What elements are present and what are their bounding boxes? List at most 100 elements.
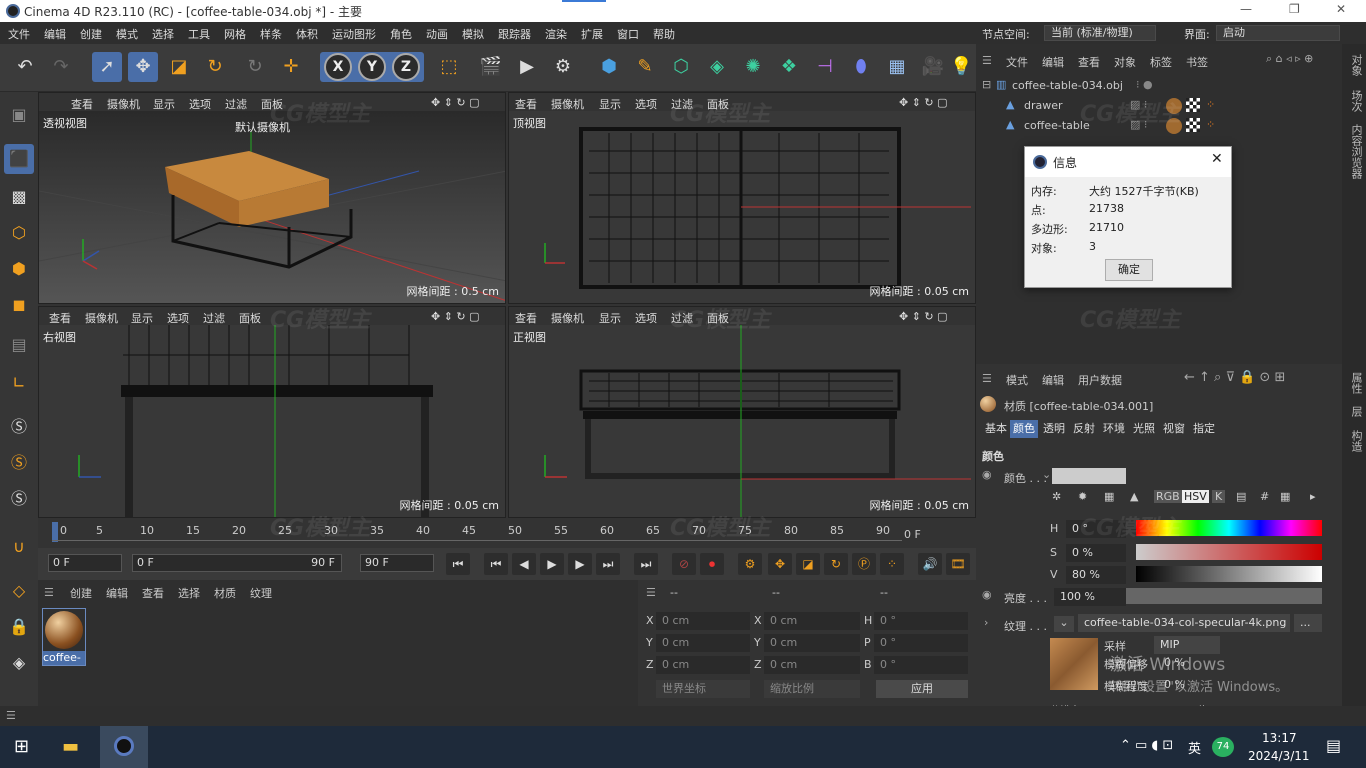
mat-menu-create[interactable]: 创建 [70,585,92,601]
key-scale-icon[interactable]: ◪ [796,553,820,575]
obj-menu-view[interactable]: 查看 [1078,54,1100,70]
vp-menu-view[interactable]: 查看 [515,310,537,326]
visibility-dots-icon[interactable]: ⁝ ● [1136,78,1153,91]
vp-menu-options[interactable]: 选项 [635,96,657,112]
recent-tool-icon[interactable]: ↻ [240,52,270,82]
menu-create[interactable]: 创建 [80,26,102,42]
floor-icon[interactable]: ▦ [882,52,912,82]
nav-arrows-icon[interactable]: ← ↑ ⌕ ⊽ 🔒 ⊙ ⊞ [1184,370,1285,385]
tab-viewport[interactable]: 视窗 [1160,420,1188,438]
cinema4d-taskbar-button[interactable] [100,726,148,768]
menu-animate[interactable]: 动画 [426,26,448,42]
vp-menu-options[interactable]: 选项 [635,310,657,326]
keyframe-selection-icon[interactable]: ⚙ [738,553,762,575]
obj-menu-object[interactable]: 对象 [1114,54,1136,70]
value-slider[interactable] [1136,566,1322,582]
notification-badge[interactable]: 74 [1212,737,1234,757]
vp-menu-display[interactable]: 显示 [131,310,153,326]
tab-structure[interactable]: 构造 [1348,430,1364,452]
wheel-icon[interactable]: ✹ [1078,490,1087,503]
texture-file-button[interactable]: coffee-table-034-col-specular-4k.png [1078,614,1290,632]
menu-mode[interactable]: 模式 [116,26,138,42]
vp-menu-options[interactable]: 选项 [167,310,189,326]
vp-menu-camera[interactable]: 摄像机 [551,310,584,326]
nodespace-dropdown[interactable]: 当前 (标准/物理) [1044,25,1156,41]
menu-mograph[interactable]: 运动图形 [332,26,376,42]
mat-menu-select[interactable]: 选择 [178,585,200,601]
mode-rgb[interactable]: RGB [1154,490,1182,503]
menu-hamburger-icon[interactable]: ☰ [6,709,16,722]
texture-browse-button[interactable]: ... [1294,614,1322,632]
lock-workplane-icon[interactable]: 🔒 [4,612,34,642]
menu-simulate[interactable]: 模拟 [462,26,484,42]
brightness-field[interactable]: 100 % [1054,588,1126,606]
clock-date[interactable]: 2024/3/11 [1248,749,1310,763]
snap-move-icon[interactable]: ✛ [276,52,306,82]
vp-menu-display[interactable]: 显示 [153,96,175,112]
menu-help[interactable]: 帮助 [653,26,675,42]
tab-attributes[interactable]: 属性 [1348,372,1364,394]
pos-z-field[interactable]: 0 cm [656,656,750,674]
tab-transparency[interactable]: 透明 [1040,420,1068,438]
sound-icon[interactable]: 🔊 [918,553,942,575]
mode-hsv[interactable]: HSV [1182,490,1209,503]
key-param-icon[interactable]: Ⓟ [852,553,876,575]
tab-assign[interactable]: 指定 [1190,420,1218,438]
menu-hamburger-icon[interactable]: ☰ [982,54,992,67]
move-icon[interactable]: ✥ [128,52,158,82]
workplane-icon[interactable]: ◇ [4,576,34,606]
attr-menu-userdata[interactable]: 用户数据 [1078,372,1122,388]
key-rotation-icon[interactable]: ↻ [824,553,848,575]
end-frame-field[interactable]: 90 F [360,554,434,572]
animate-dot-icon[interactable]: ◉ [982,588,992,601]
file-explorer-icon[interactable]: ▬ [62,736,79,757]
field-icon[interactable]: ⬮ [846,52,876,82]
grid-snap-icon[interactable]: ◈ [4,648,34,678]
mat-menu-texture[interactable]: 纹理 [250,585,272,601]
go-to-start-icon[interactable]: ⏮ [446,553,470,575]
viewport-front[interactable]: 查看 摄像机 显示 选项 过滤 面板 ✥ ⇕ ↻ ▢ 正视图 网格间距 : 0.… [508,306,976,518]
next-frame-icon[interactable]: ▶ [568,553,592,575]
menu-character[interactable]: 角色 [390,26,412,42]
obj-menu-bookmarks[interactable]: 书签 [1186,54,1208,70]
scale-icon[interactable]: ◪ [164,52,194,82]
windows-start-icon[interactable]: ⊞ [14,736,29,757]
menu-file[interactable]: 文件 [8,26,30,42]
redo-icon[interactable]: ↷ [46,52,76,82]
viewport-nav-icons[interactable]: ✥ ⇕ ↻ ▢ [431,310,480,323]
make-editable-icon[interactable]: ▣ [4,100,34,130]
menu-window[interactable]: 窗口 [617,26,639,42]
camera-icon[interactable]: 🎥 [918,52,948,82]
mixer-icon[interactable]: ▤ [1236,490,1246,503]
tray-icons[interactable]: ⌃ ▭ ◖ ⊡ [1120,738,1173,753]
tab-objects[interactable]: 对象 [1348,54,1364,76]
tab-color[interactable]: 颜色 [1010,420,1038,438]
start-frame-field[interactable]: 0 F [48,554,122,572]
menu-select[interactable]: 选择 [152,26,174,42]
texture-mode-icon[interactable]: ▩ [4,182,34,212]
solo-icon[interactable]: Ⓢ [4,412,34,442]
obj-menu-file[interactable]: 文件 [1006,54,1028,70]
light-icon[interactable]: 💡 [950,52,972,82]
pen-icon[interactable]: ✎ [630,52,660,82]
vp-menu-filter[interactable]: 过滤 [225,96,247,112]
apply-button[interactable]: 应用 [876,680,968,698]
vp-menu-camera[interactable]: 摄像机 [107,96,140,112]
pos-y-field[interactable]: 0 cm [656,634,750,652]
rotate-icon[interactable]: ↻ [200,52,230,82]
solo-hierarchy-icon[interactable]: Ⓢ [4,448,34,478]
menu-hamburger-icon[interactable]: ☰ [646,586,656,599]
saturation-slider[interactable] [1136,544,1322,560]
extrude-icon[interactable]: ◈ [702,52,732,82]
vp-menu-camera[interactable]: 摄像机 [551,96,584,112]
menu-hamburger-icon[interactable]: ☰ [44,586,54,599]
texture-menu-icon[interactable]: ⌄ [1054,616,1074,632]
mat-menu-view[interactable]: 查看 [142,585,164,601]
fracture-icon[interactable]: ❖ [774,52,804,82]
image-icon[interactable]: ▲ [1130,490,1138,503]
cloner-icon[interactable]: ✺ [738,52,768,82]
vp-menu-display[interactable]: 显示 [599,310,621,326]
menu-mesh[interactable]: 网格 [224,26,246,42]
eyedropper-icon[interactable]: ✲ [1052,490,1061,503]
size-z-field[interactable]: 0 cm [764,656,860,674]
